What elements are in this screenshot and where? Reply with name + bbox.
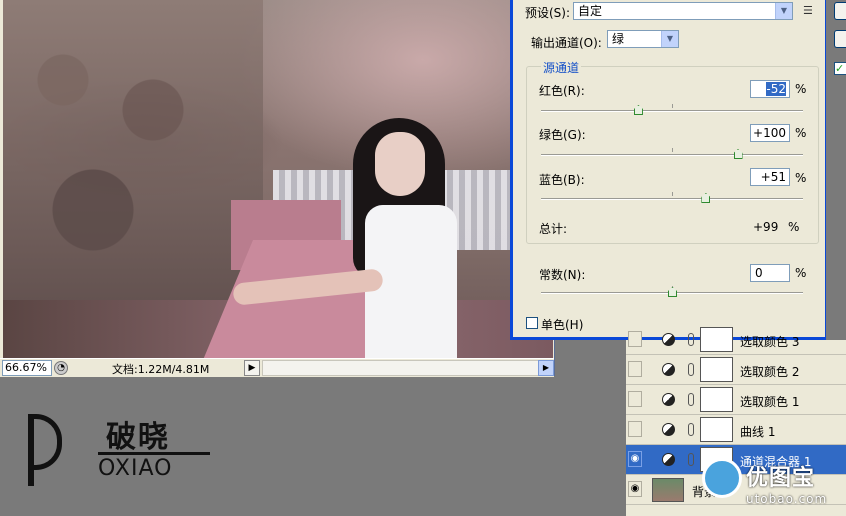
constant-slider-thumb[interactable] (668, 287, 677, 297)
cancel-button[interactable] (834, 30, 846, 48)
photo-canvas[interactable] (3, 0, 553, 358)
layer-name: 选取颜色 3 (740, 335, 800, 349)
link-icon[interactable] (688, 363, 694, 376)
red-value-input[interactable]: -52 (750, 80, 790, 98)
watermark-url: utobao.com (746, 492, 828, 506)
status-info-icon[interactable]: ◔ (54, 361, 68, 375)
adjustment-layer-icon (662, 363, 675, 376)
layer-mask-thumbnail[interactable] (700, 327, 733, 352)
monochrome-checkbox[interactable] (526, 317, 538, 329)
layer-name: 选取颜色 1 (740, 395, 800, 409)
red-label: 红色(R): (539, 84, 585, 98)
layer-row[interactable]: 选取颜色 1 (626, 385, 846, 415)
status-menu-arrow-icon[interactable]: ▶ (244, 360, 260, 376)
blue-percent: % (795, 171, 807, 185)
layer-thumbnail[interactable] (652, 478, 684, 502)
zoom-field[interactable]: 66.67% (2, 360, 52, 376)
source-channels-title: 源通道 (541, 59, 582, 76)
document-status-bar: 66.67% ◔ 文档:1.22M/4.81M ▶ ▶ (0, 358, 554, 377)
chevron-down-icon[interactable]: ▼ (661, 31, 678, 47)
adjustment-layer-icon (662, 333, 675, 346)
doc-size-text: 文档:1.22M/4.81M (112, 363, 210, 376)
eye-icon[interactable] (628, 361, 642, 377)
layer-name: 曲线 1 (740, 425, 776, 439)
total-label: 总计: (539, 222, 568, 236)
layer-row[interactable]: 选取颜色 2 (626, 355, 846, 385)
channel-mixer-dialog: 预设(S): 自定 ▼ ☰ 输出通道(O): 绿 ▼ 源通道 红色(R): -5… (510, 0, 826, 340)
photo-trees (3, 0, 263, 330)
layer-row[interactable]: 曲线 1 (626, 415, 846, 445)
horizontal-scrollbar[interactable] (262, 360, 540, 376)
blue-label: 蓝色(B): (539, 173, 585, 187)
monochrome-label: 单色(H) (541, 318, 584, 332)
output-channel-label: 输出通道(O): (531, 36, 602, 50)
preset-select[interactable]: 自定 ▼ (573, 2, 793, 20)
eye-icon[interactable] (628, 421, 642, 437)
adjustment-layer-icon (662, 453, 675, 466)
blue-slider[interactable] (541, 192, 803, 203)
link-icon[interactable] (688, 333, 694, 346)
eye-icon[interactable]: ◉ (628, 481, 642, 497)
link-icon[interactable] (688, 453, 694, 466)
blue-value-input[interactable]: +51 (750, 168, 790, 186)
red-percent: % (795, 82, 807, 96)
green-value-input[interactable]: +100 (750, 124, 790, 142)
preset-options-icon[interactable]: ☰ (803, 4, 817, 18)
logo-chinese-text: 破晓 (106, 420, 170, 455)
constant-label: 常数(N): (539, 268, 586, 282)
total-percent: % (788, 220, 800, 234)
constant-percent: % (795, 266, 807, 280)
slider-center-tick (672, 104, 673, 108)
constant-slider[interactable] (541, 286, 803, 297)
layer-row[interactable]: 选取颜色 3 (626, 325, 846, 355)
slider-center-tick (672, 192, 673, 196)
watermark: 优图宝 utobao.com (700, 450, 846, 516)
preview-checkbox[interactable]: ✓ (834, 62, 846, 75)
layer-mask-thumbnail[interactable] (700, 417, 733, 442)
layer-mask-thumbnail[interactable] (700, 387, 733, 412)
green-slider[interactable] (541, 148, 803, 159)
slider-center-tick (672, 148, 673, 152)
layer-mask-thumbnail[interactable] (700, 357, 733, 382)
logo-p-bowl (28, 414, 62, 470)
green-percent: % (795, 126, 807, 140)
brand-logo: 破晓 OXIAO (26, 410, 216, 486)
watermark-title: 优图宝 (746, 466, 816, 491)
adjustment-layer-icon (662, 423, 675, 436)
output-channel-value: 绿 (612, 32, 625, 46)
chevron-down-icon[interactable]: ▼ (775, 3, 792, 19)
total-value: +99 (753, 220, 779, 234)
logo-english-text: OXIAO (98, 456, 173, 481)
link-icon[interactable] (688, 393, 694, 406)
preset-value: 自定 (578, 4, 603, 18)
photo-subject-face (375, 132, 425, 196)
eye-icon[interactable] (628, 331, 642, 347)
logo-divider (98, 452, 210, 455)
eye-icon[interactable]: ◉ (628, 451, 642, 467)
preset-label: 预设(S): (525, 6, 571, 20)
layer-name: 选取颜色 2 (740, 365, 800, 379)
link-icon[interactable] (688, 423, 694, 436)
scroll-right-icon[interactable]: ▶ (538, 360, 554, 376)
output-channel-select[interactable]: 绿 ▼ (607, 30, 679, 48)
adjustment-layer-icon (662, 393, 675, 406)
ok-button[interactable] (834, 2, 846, 20)
red-slider[interactable] (541, 104, 803, 115)
watermark-logo-icon (702, 458, 742, 498)
green-label: 绿色(G): (539, 128, 586, 142)
constant-value-input[interactable]: 0 (750, 264, 790, 282)
eye-icon[interactable] (628, 391, 642, 407)
document-window: 66.67% ◔ 文档:1.22M/4.81M ▶ ▶ (0, 0, 555, 377)
